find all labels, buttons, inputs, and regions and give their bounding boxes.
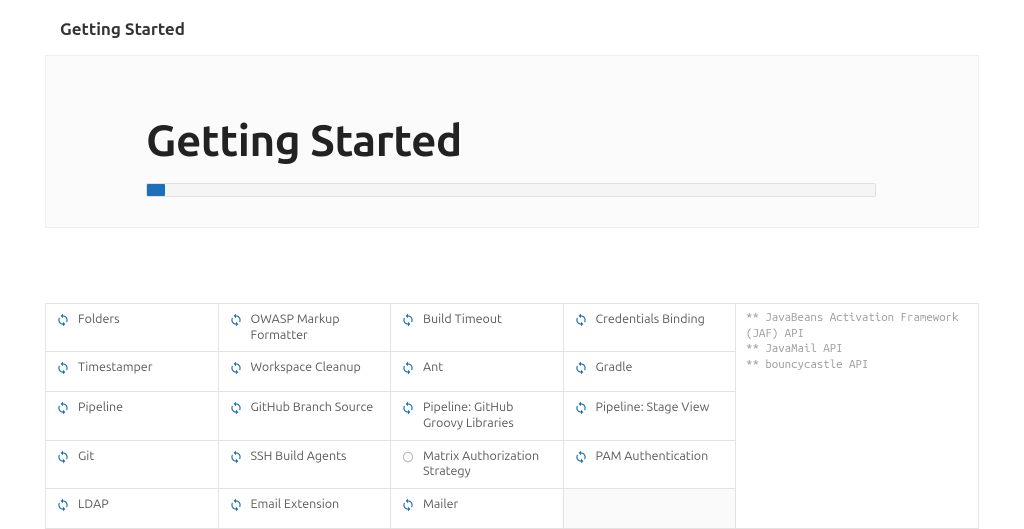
plugin-label: OWASP Markup Formatter [251,312,381,343]
plugin-cell: Gradle [564,352,737,392]
hero-panel: Getting Started [45,55,979,228]
plugin-label: Build Timeout [423,312,502,328]
plugin-label: LDAP [78,497,109,513]
refresh-icon [401,401,415,415]
plugin-label: Timestamper [78,360,152,376]
progress-bar [146,183,876,197]
plugin-cell [564,489,737,529]
plugin-label: Matrix Authorization Strategy [423,449,553,480]
plugin-label: Pipeline [78,400,123,416]
plugin-label: Email Extension [251,497,340,513]
plugin-label: Workspace Cleanup [251,360,361,376]
plugin-cell: Mailer [391,489,564,529]
plugin-cell: Email Extension [219,489,392,529]
plugin-label: Pipeline: GitHub Groovy Libraries [423,400,553,431]
plugin-label: Git [78,449,94,465]
plugin-label: Pipeline: Stage View [596,400,710,416]
refresh-icon [229,401,243,415]
refresh-icon [56,361,70,375]
plugin-cell: Pipeline [46,392,219,440]
plugin-cell: Matrix Authorization Strategy [391,441,564,489]
plugin-label: SSH Build Agents [251,449,347,465]
refresh-icon [574,401,588,415]
refresh-icon [401,313,415,327]
plugin-cell: LDAP [46,489,219,529]
hero-title: Getting Started [146,116,898,165]
refresh-icon [229,498,243,512]
plugin-cell: Pipeline: Stage View [564,392,737,440]
install-log: ** JavaBeans Activation Framework (JAF) … [736,304,979,529]
plugins-grid: Folders OWASP Markup Formatter Build Timeo… [46,304,736,529]
refresh-icon [229,313,243,327]
plugin-label: Ant [423,360,443,376]
refresh-icon [229,450,243,464]
plugin-label: Folders [78,312,120,328]
plugin-cell: PAM Authentication [564,441,737,489]
refresh-icon [56,498,70,512]
plugin-cell: Build Timeout [391,304,564,352]
plugin-cell: Credentials Binding [564,304,737,352]
plugin-label: Mailer [423,497,458,513]
refresh-icon [574,313,588,327]
plugin-cell: Folders [46,304,219,352]
refresh-icon [56,401,70,415]
refresh-icon [574,450,588,464]
plugin-label: Credentials Binding [596,312,705,328]
plugin-cell: Workspace Cleanup [219,352,392,392]
refresh-icon [56,450,70,464]
refresh-icon [229,361,243,375]
spinner-icon [401,450,415,464]
plugin-cell: Timestamper [46,352,219,392]
plugin-cell: Ant [391,352,564,392]
progress-fill [147,184,165,196]
plugin-cell: SSH Build Agents [219,441,392,489]
refresh-icon [401,498,415,512]
plugin-cell: OWASP Markup Formatter [219,304,392,352]
plugins-area: Folders OWASP Markup Formatter Build Timeo… [45,303,979,529]
plugin-cell: GitHub Branch Source [219,392,392,440]
refresh-icon [574,361,588,375]
page-title: Getting Started [0,0,1024,49]
plugin-label: PAM Authentication [596,449,709,465]
plugin-label: Gradle [596,360,633,376]
refresh-icon [56,313,70,327]
refresh-icon [401,361,415,375]
plugin-cell: Pipeline: GitHub Groovy Libraries [391,392,564,440]
plugin-label: GitHub Branch Source [251,400,374,416]
plugin-cell: Git [46,441,219,489]
